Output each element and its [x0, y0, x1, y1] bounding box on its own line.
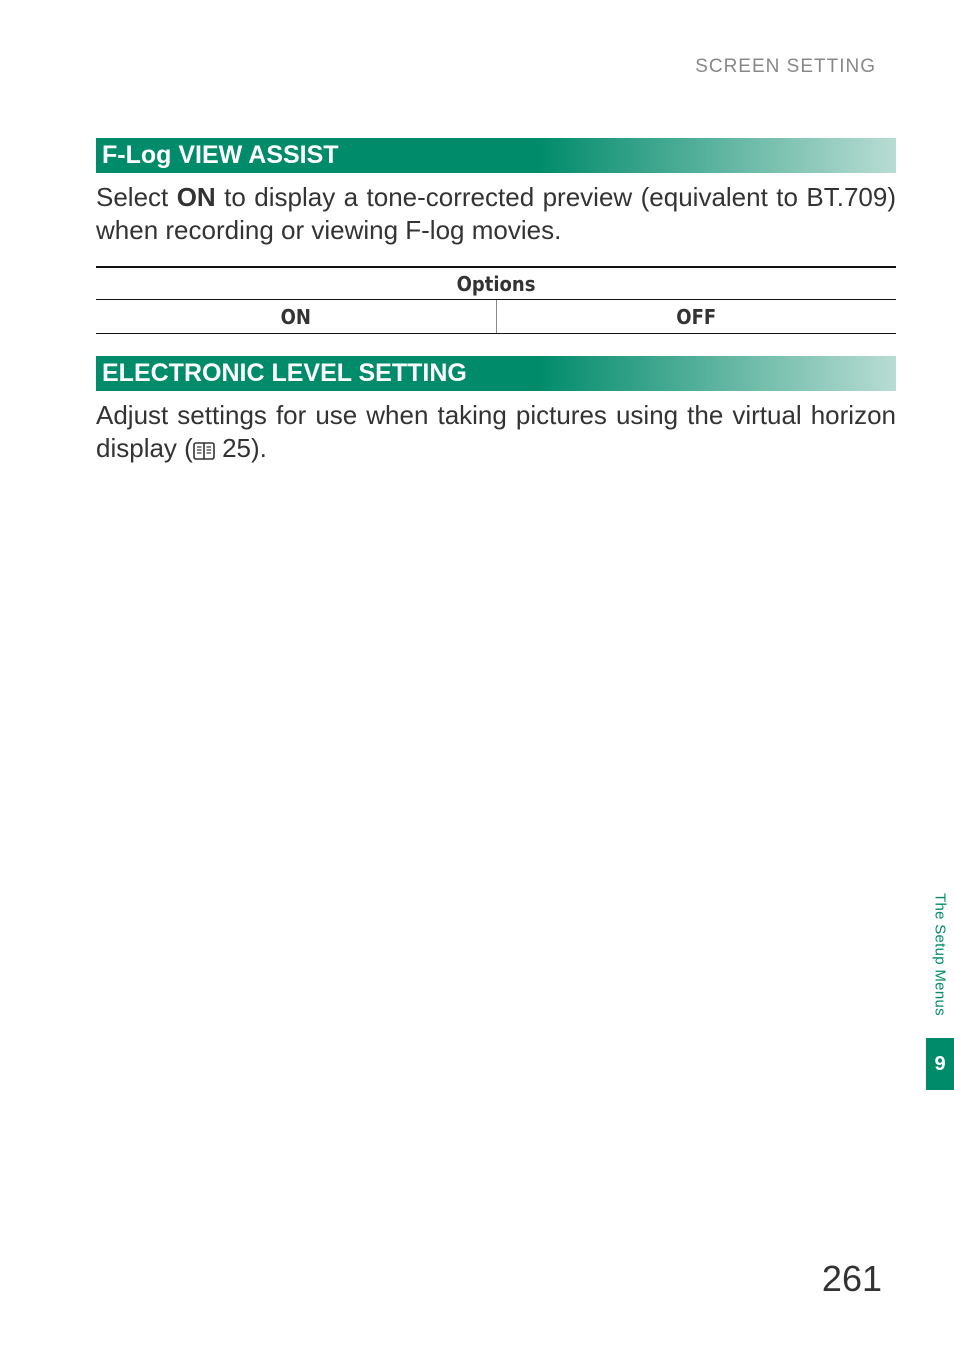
text-bold-on: ON [177, 182, 216, 212]
table-row: ON OFF [96, 299, 896, 333]
space [215, 433, 222, 463]
text-post: ). [251, 433, 267, 463]
side-tab-label: The Setup Menus [932, 893, 949, 1016]
manual-page: SCREEN SETTING F-Log VIEW ASSIST Select … [0, 0, 954, 1346]
side-tab-chapter-number: 9 [926, 1038, 954, 1090]
text-post: to display a tone-corrected preview (equ… [96, 182, 896, 245]
flog-description: Select ON to display a tone-corrected pr… [96, 181, 896, 248]
section-heading-level: ELECTRONIC LEVEL SETTING [96, 356, 896, 391]
level-description: Adjust settings for use when taking pict… [96, 399, 896, 469]
page-content: F-Log VIEW ASSIST Select ON to display a… [96, 138, 896, 468]
option-on: ON [96, 299, 496, 333]
options-table: Options ON OFF [96, 266, 896, 334]
side-tab-label-strip: The Setup Menus [926, 870, 954, 1038]
ref-page-number: 25 [222, 433, 251, 463]
page-ref-icon [193, 435, 215, 468]
options-header: Options [96, 267, 896, 300]
section-heading-flog: F-Log VIEW ASSIST [96, 138, 896, 173]
option-off: OFF [496, 299, 896, 333]
page-number: 261 [822, 1258, 882, 1300]
running-head: SCREEN SETTING [695, 56, 876, 78]
text-pre: Select [96, 182, 177, 212]
chapter-side-tab: The Setup Menus 9 [926, 870, 954, 1090]
